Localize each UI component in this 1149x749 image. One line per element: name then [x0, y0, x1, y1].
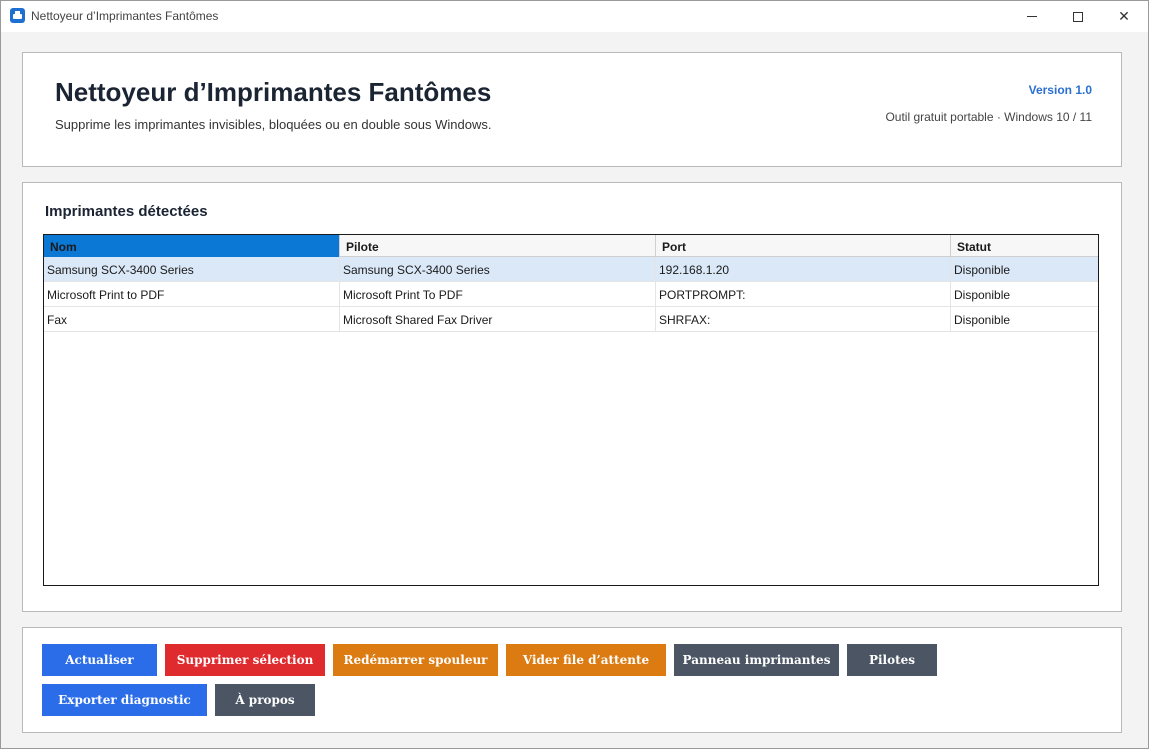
platform-info: Outil gratuit portable · Windows 10 / 11: [885, 110, 1092, 124]
printer-driver: Microsoft Print To PDF: [340, 282, 656, 307]
printers-section-title: Imprimantes détectées: [45, 203, 208, 220]
version-label: Version 1.0: [1028, 83, 1092, 97]
printer-status: Disponible: [954, 263, 1011, 277]
page-title: Nettoyeur d’Imprimantes Fantômes: [55, 77, 492, 107]
restart-spooler-button[interactable]: Redémarrer spouleur: [333, 644, 498, 676]
close-icon: ✕: [1118, 8, 1130, 24]
printer-name: Fax: [44, 307, 340, 332]
refresh-button[interactable]: Actualiser: [42, 644, 157, 676]
table-row[interactable]: Fax Microsoft Shared Fax Driver SHRFAX: …: [44, 307, 1098, 332]
close-button[interactable]: ✕: [1101, 1, 1147, 32]
printer-name: Microsoft Print to PDF: [44, 282, 340, 307]
column-header-status[interactable]: Statut: [951, 235, 1098, 257]
page-subtitle: Supprime les imprimantes invisibles, blo…: [55, 117, 492, 132]
printer-port: 192.168.1.20: [656, 257, 951, 282]
maximize-button[interactable]: [1055, 1, 1101, 32]
actions-panel: Actualiser Supprimer sélection Redémarre…: [22, 627, 1122, 733]
header-panel: Nettoyeur d’Imprimantes Fantômes Supprim…: [22, 52, 1122, 167]
printers-panel-button[interactable]: Panneau imprimantes: [674, 644, 839, 676]
printer-name: Samsung SCX-3400 Series: [44, 257, 340, 282]
minimize-button[interactable]: [1009, 1, 1055, 32]
printers-panel: Imprimantes détectées Nom Pilote Port St…: [22, 182, 1122, 612]
column-header-port[interactable]: Port: [656, 235, 951, 257]
printer-icon: [10, 8, 25, 23]
table-header: Nom Pilote Port Statut: [44, 235, 1098, 257]
column-header-name[interactable]: Nom: [44, 235, 340, 257]
column-header-driver[interactable]: Pilote: [340, 235, 656, 257]
about-button[interactable]: À propos: [215, 684, 315, 716]
window-title: Nettoyeur d’Imprimantes Fantômes: [31, 9, 219, 23]
drivers-button[interactable]: Pilotes: [847, 644, 937, 676]
title-bar: Nettoyeur d’Imprimantes Fantômes ✕: [1, 1, 1148, 32]
table-row[interactable]: Microsoft Print to PDF Microsoft Print T…: [44, 282, 1098, 307]
printer-port: PORTPROMPT:: [656, 282, 951, 307]
delete-selection-button[interactable]: Supprimer sélection: [165, 644, 325, 676]
printer-status: Disponible: [954, 313, 1011, 327]
printer-driver: Samsung SCX-3400 Series: [340, 257, 656, 282]
printer-port: SHRFAX:: [656, 307, 951, 332]
printer-status: Disponible: [954, 288, 1011, 302]
app-window: Nettoyeur d’Imprimantes Fantômes ✕ Netto…: [0, 0, 1149, 749]
maximize-icon: [1073, 11, 1083, 22]
printer-driver: Microsoft Shared Fax Driver: [340, 307, 656, 332]
minimize-icon: [1027, 16, 1037, 17]
table-row[interactable]: Samsung SCX-3400 Series Samsung SCX-3400…: [44, 257, 1098, 282]
export-diagnostic-button[interactable]: Exporter diagnostic: [42, 684, 207, 716]
clear-queue-button[interactable]: Vider file d’attente: [506, 644, 666, 676]
printers-table[interactable]: Nom Pilote Port Statut Samsung SCX-3400 …: [43, 234, 1099, 586]
